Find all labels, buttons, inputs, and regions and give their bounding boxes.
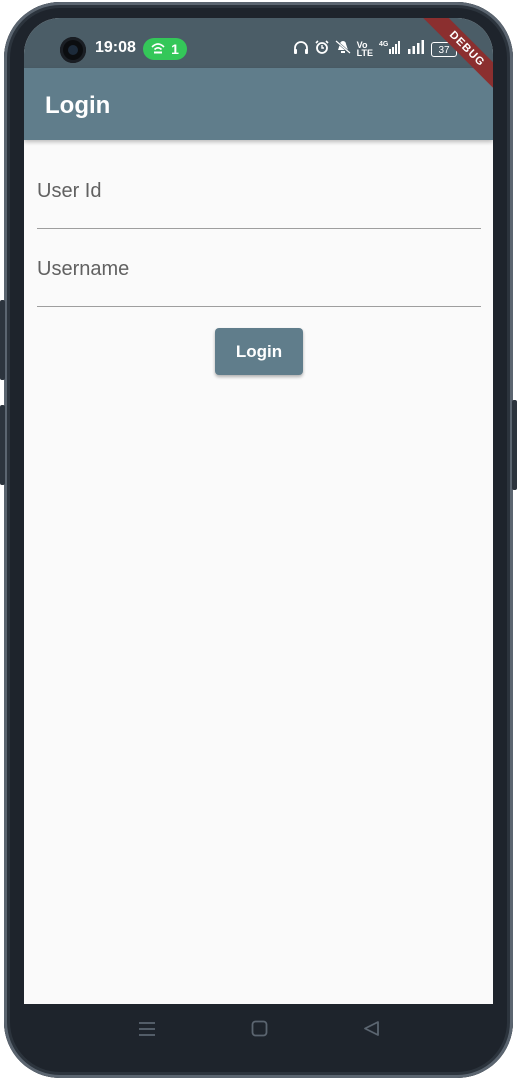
signal-icon (407, 40, 425, 58)
home-icon[interactable] (251, 1020, 268, 1043)
username-field[interactable]: Username (37, 246, 485, 307)
menu-icon[interactable] (138, 1020, 156, 1043)
headphones-icon (293, 40, 309, 58)
4g-signal-icon: 4G (379, 40, 401, 58)
app-bar: Login (24, 68, 493, 140)
back-icon[interactable] (363, 1020, 380, 1043)
svg-text:4G: 4G (379, 41, 389, 48)
alarm-icon (315, 40, 329, 58)
user-id-input[interactable] (37, 196, 485, 224)
status-bar: 19:08 1 Vo LTE 4G 37 (24, 18, 493, 68)
volume-button (0, 405, 5, 485)
power-button (0, 300, 5, 380)
mute-icon (334, 40, 351, 58)
status-icons: Vo LTE 4G 37 (293, 40, 460, 58)
status-time: 19:08 (95, 39, 136, 56)
login-button[interactable]: Login (215, 328, 303, 375)
hotspot-icon (151, 41, 165, 57)
front-camera (60, 37, 86, 63)
hotspot-badge[interactable]: 1 (143, 38, 187, 60)
side-button (512, 400, 517, 490)
page-title: Login (45, 92, 111, 119)
username-input[interactable] (37, 274, 485, 302)
screen: 19:08 1 Vo LTE 4G 37 Login DEBUG User Id… (24, 18, 493, 1004)
hotspot-count: 1 (171, 41, 179, 57)
volte-icon: Vo LTE (356, 40, 373, 58)
user-id-field[interactable]: User Id (37, 168, 485, 229)
